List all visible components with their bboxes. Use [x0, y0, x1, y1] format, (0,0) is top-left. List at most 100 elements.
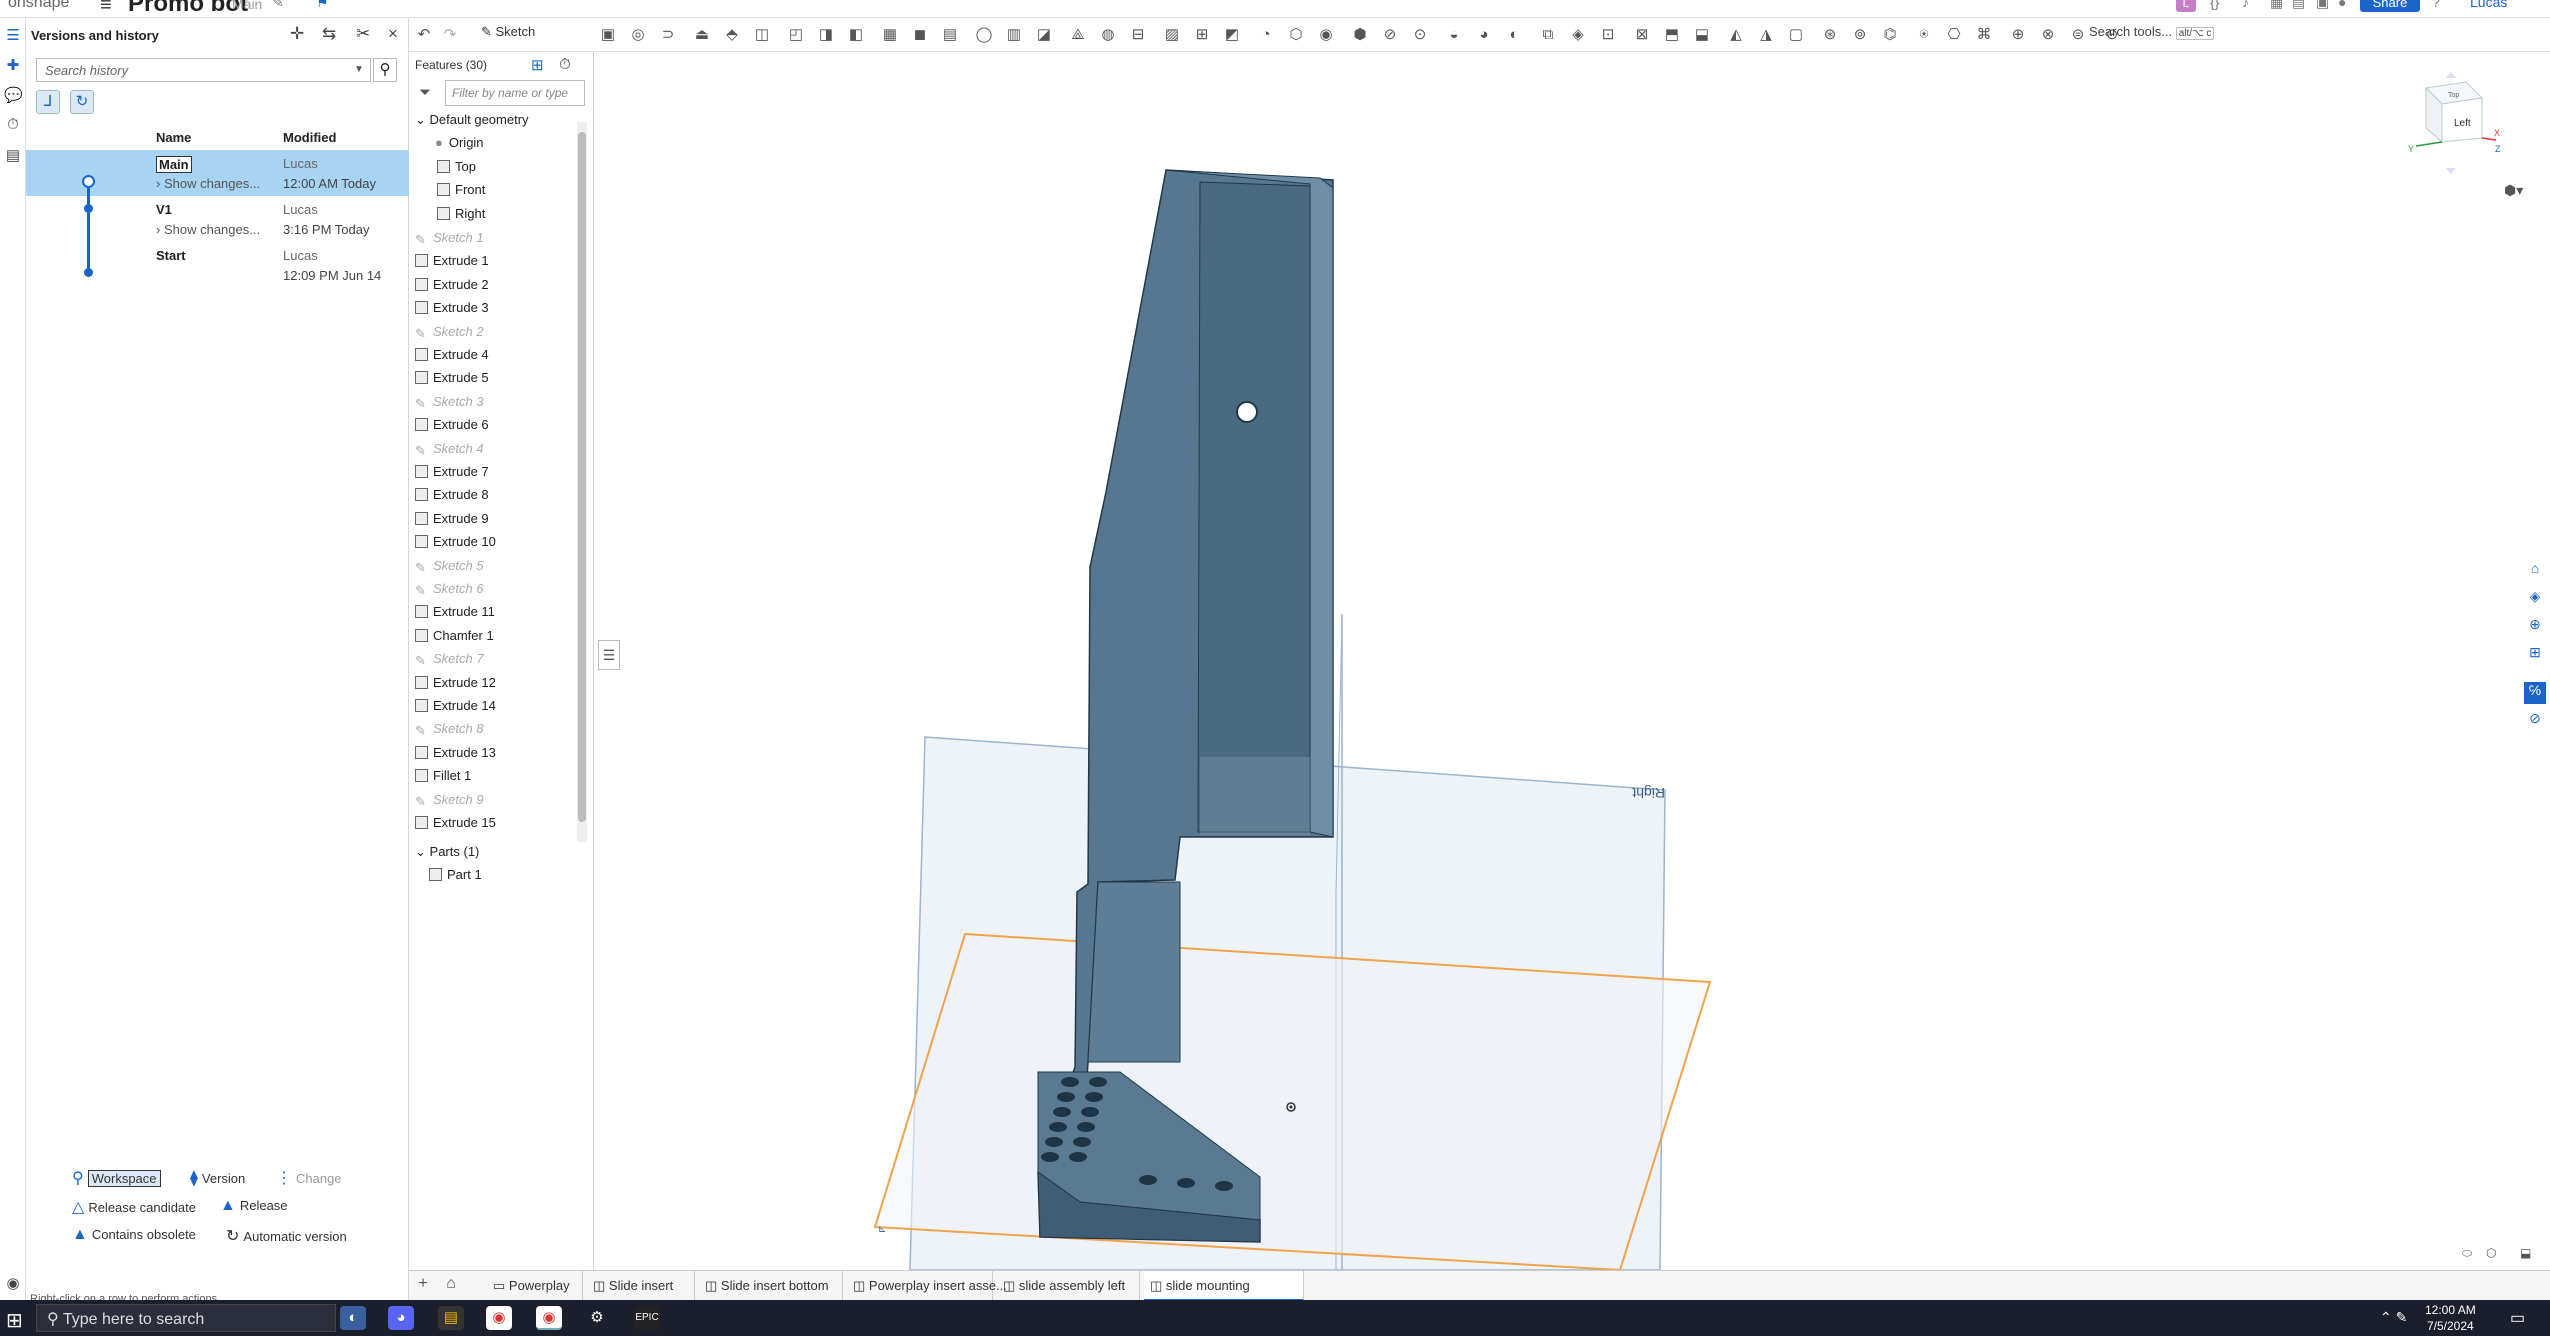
- show-changes-link[interactable]: › Show changes...: [156, 222, 260, 237]
- tab-3[interactable]: ◫ Powerplay insert asse...: [847, 1271, 1007, 1301]
- grid-icon[interactable]: ▦: [2270, 0, 2286, 10]
- feature-list-icon[interactable]: ☰: [4, 26, 22, 44]
- revolve-icon[interactable]: ◎: [629, 26, 647, 44]
- marker-icon[interactable]: ●: [2338, 0, 2354, 10]
- user-menu[interactable]: Lucas: [2470, 0, 2507, 10]
- redo-icon[interactable]: ↷: [441, 26, 459, 44]
- feature-item[interactable]: Extrude 13: [415, 741, 496, 764]
- delete-face-icon[interactable]: ◕: [1475, 26, 1493, 44]
- feature-item[interactable]: Chamfer 1: [415, 624, 494, 647]
- help-icon[interactable]: ?: [2432, 0, 2448, 10]
- appearance-icon[interactable]: ⌂: [2524, 560, 2546, 582]
- clock[interactable]: 12:00 AM 7/5/2024: [2425, 1302, 2476, 1334]
- sketch-button[interactable]: ✎ Sketch: [481, 24, 535, 40]
- chrome-active-icon[interactable]: ◉: [536, 1306, 562, 1330]
- collapse-panel-icon[interactable]: ☰: [598, 640, 620, 670]
- part-item[interactable]: Part 1: [415, 863, 482, 886]
- history-row-main[interactable]: Main › Show changes... Lucas 12:00 AM To…: [26, 150, 409, 196]
- rotate-down-arrow-icon[interactable]: [2446, 168, 2456, 174]
- finish-icon[interactable]: ⊛: [1821, 26, 1839, 44]
- feature-item[interactable]: Extrude 2: [415, 273, 489, 296]
- document-title[interactable]: Promo bot: [128, 0, 248, 17]
- compare-icon[interactable]: ⇆: [322, 24, 336, 44]
- tools-icon[interactable]: ⊗: [2039, 26, 2057, 44]
- insert-icon[interactable]: ✚: [4, 56, 22, 74]
- cube-top-label[interactable]: Top: [2448, 92, 2459, 99]
- default-geometry-group[interactable]: ⌄ Default geometry: [415, 108, 529, 131]
- history-icon[interactable]: ⏱: [4, 116, 22, 134]
- sweep-icon[interactable]: ⊃: [659, 26, 677, 44]
- close-icon[interactable]: ×: [388, 24, 398, 44]
- mirror-icon[interactable]: ⟁: [1069, 26, 1087, 44]
- history-row-start[interactable]: Start Lucas 12:09 PM Jun 14: [26, 242, 409, 288]
- feature-item[interactable]: ✎ Sketch 7: [415, 647, 484, 670]
- file-explorer-icon[interactable]: ▤: [438, 1306, 464, 1330]
- share-button[interactable]: Share: [2360, 0, 2420, 12]
- taskbar-search[interactable]: ⚲ Type here to search: [36, 1304, 336, 1332]
- custom-icon[interactable]: ⊜: [2069, 26, 2087, 44]
- discord-icon[interactable]: ◕: [388, 1306, 414, 1330]
- boundary-icon[interactable]: ⬢: [1351, 26, 1369, 44]
- feature-item[interactable]: Extrude 10: [415, 530, 496, 553]
- more-icon[interactable]: ⊝: [2103, 26, 2121, 44]
- history-row-v1[interactable]: V1 › Show changes... Lucas 3:16 PM Today: [26, 196, 409, 242]
- epic-games-icon[interactable]: EPIC: [634, 1306, 660, 1330]
- doc-icon[interactable]: ▤: [2292, 0, 2308, 10]
- search-icon[interactable]: ⚲: [373, 58, 397, 82]
- tab-4[interactable]: ◫ slide assembly left: [997, 1271, 1140, 1301]
- geometry-item[interactable]: Top: [423, 155, 476, 178]
- undo-icon[interactable]: ↶: [415, 26, 433, 44]
- rotate-up-arrow-icon[interactable]: [2446, 72, 2456, 78]
- add-tab-icon[interactable]: +: [411, 1275, 435, 1297]
- settings-icon[interactable]: ⚙: [584, 1306, 610, 1330]
- parts-icon[interactable]: ◈: [2524, 588, 2546, 610]
- row-name[interactable]: Main: [156, 156, 192, 173]
- tab-5[interactable]: ◫ slide mounting: [1144, 1271, 1304, 1301]
- isocline-icon[interactable]: ⬡: [1287, 26, 1305, 44]
- feature-item[interactable]: Extrude 8: [415, 483, 489, 506]
- offset-surface-icon[interactable]: ◉: [1317, 26, 1335, 44]
- mate-connector-icon[interactable]: ▨: [1163, 26, 1181, 44]
- feature-item[interactable]: Extrude 15: [415, 811, 496, 834]
- geometry-item[interactable]: Front: [423, 178, 485, 201]
- feature-item[interactable]: ✎ Sketch 5: [415, 554, 484, 577]
- graphics-viewport[interactable]: Right ⊾ Left Top Y X Z ⬢▾ ⬭ ⬡ ⬓: [620, 52, 2550, 1272]
- tools-icon[interactable]: ✂: [356, 24, 370, 44]
- thicken-icon[interactable]: ⬘: [723, 26, 741, 44]
- rollback-icon[interactable]: ⏱: [559, 56, 571, 73]
- tab-icon[interactable]: ⊡: [1599, 26, 1617, 44]
- tab-2[interactable]: ◫ Slide insert bottom: [699, 1271, 843, 1301]
- feature-item[interactable]: Extrude 5: [415, 366, 489, 389]
- edit-icon[interactable]: ✎: [272, 0, 288, 10]
- scroll-thumb[interactable]: [578, 132, 586, 822]
- corner-icon[interactable]: ◭: [1727, 26, 1745, 44]
- top-plane[interactable]: [873, 932, 1712, 1272]
- notifications-icon[interactable]: ♪: [2242, 0, 2258, 10]
- modify-fillet-icon[interactable]: ◐: [1505, 26, 1523, 44]
- joint-icon[interactable]: ⬓: [1693, 26, 1711, 44]
- zoom-fit-icon[interactable]: ⬭: [2462, 1246, 2472, 1261]
- loft-icon[interactable]: ⏏: [693, 26, 711, 44]
- start-icon[interactable]: ⊞: [6, 1308, 23, 1333]
- table-icon[interactable]: ▣: [2316, 0, 2332, 10]
- feature-item[interactable]: Extrude 1: [415, 249, 489, 272]
- feature-item[interactable]: ✎ Sketch 8: [415, 717, 484, 740]
- fill-icon[interactable]: ⊘: [1381, 26, 1399, 44]
- hole-icon[interactable]: ◼: [911, 26, 929, 44]
- bend-icon[interactable]: ⊠: [1633, 26, 1651, 44]
- helix-icon[interactable]: ◍: [1099, 26, 1117, 44]
- notification-icon[interactable]: ▭: [2510, 1308, 2525, 1328]
- fillet-icon[interactable]: ◫: [753, 26, 771, 44]
- app-icon-1[interactable]: ◐: [340, 1306, 366, 1330]
- measure-icon[interactable]: ⊘: [2524, 710, 2546, 732]
- feature-item[interactable]: Extrude 11: [415, 600, 495, 623]
- pin-icon[interactable]: ⚑: [316, 0, 332, 10]
- replace-face-icon[interactable]: ◒: [1445, 26, 1463, 44]
- weld-icon[interactable]: ⊕: [2009, 26, 2027, 44]
- auto-version-toggle-icon[interactable]: ↻: [70, 90, 94, 114]
- feature-item[interactable]: Extrude 4: [415, 343, 489, 366]
- form-icon[interactable]: ⬒: [1663, 26, 1681, 44]
- configurations-icon[interactable]: ⊞: [2524, 644, 2546, 666]
- boolean-icon[interactable]: ▤: [941, 26, 959, 44]
- cube-face-label[interactable]: Left: [2454, 118, 2471, 129]
